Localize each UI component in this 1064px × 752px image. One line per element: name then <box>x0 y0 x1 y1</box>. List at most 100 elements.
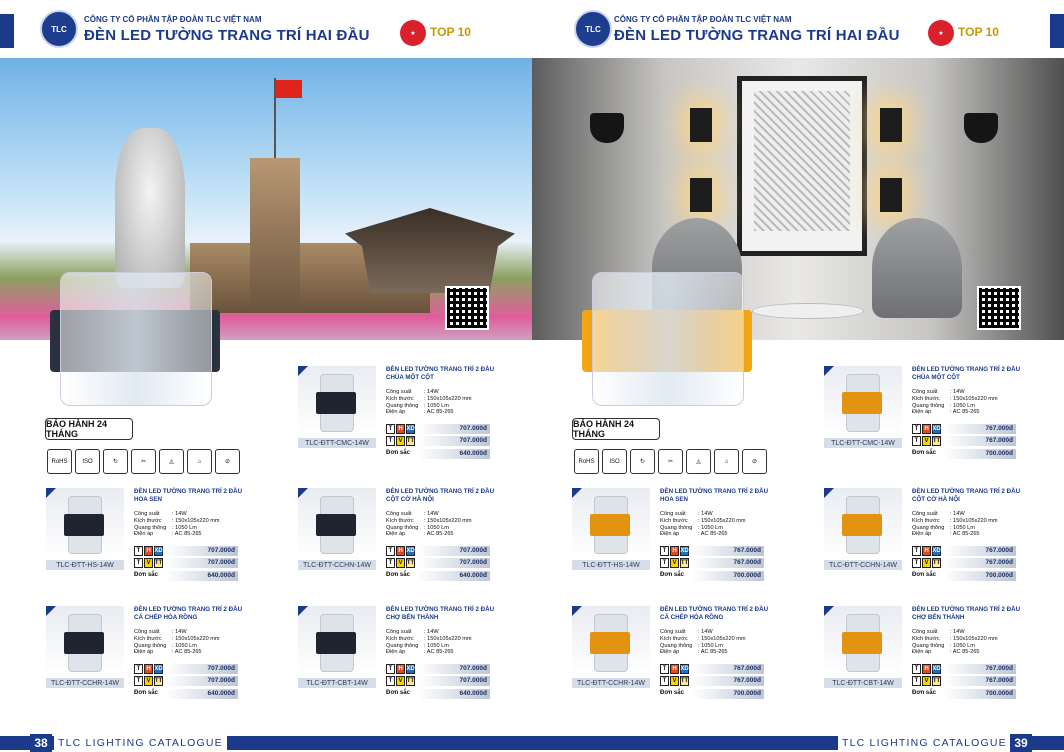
product-card[interactable]: TLC-ĐTT-CBT-14W ĐÈN LED TƯỜNG TRANG TRÍ 2… <box>824 606 1020 704</box>
warranty-badge: BẢO HÀNH 24 THÁNG <box>45 418 133 440</box>
spec-value: : 14W <box>950 389 965 395</box>
spec-value: : AC 85-265 <box>950 649 980 656</box>
price-value: 707.000đ <box>418 558 490 568</box>
price-type-box: XD <box>680 546 689 556</box>
price-type-box: V <box>396 436 405 446</box>
price-type-box: T <box>386 558 395 568</box>
product-card[interactable]: TLC-ĐTT-CCHR-14W ĐÈN LED TƯỜNG TRANG TRÍ … <box>46 606 242 704</box>
spec-value: : 150x105x220 mm <box>698 635 746 642</box>
product-specs: Công suất: 14W Kích thước: 150x105x220 mm… <box>134 511 244 538</box>
spec-value: : AC 85-265 <box>698 649 728 656</box>
product-card[interactable]: TLC-ĐTT-CMC-14W ĐÈN LED TƯỜNG TRANG TRÍ 2… <box>824 366 1020 464</box>
lamp-band <box>590 514 630 536</box>
product-card[interactable]: TLC-ĐTT-CCHN-14W ĐÈN LED TƯỜNG TRANG TRÍ … <box>824 488 1020 586</box>
spec-label: Quang thông <box>386 642 419 649</box>
spec-value: : 1050 Lm <box>950 642 975 649</box>
product-card[interactable]: TLC-ĐTT-CCHR-14W ĐÈN LED TƯỜNG TRANG TRÍ … <box>572 606 768 704</box>
product-card[interactable]: TLC-ĐTT-CBT-14W ĐÈN LED TƯỜNG TRANG TRÍ 2… <box>298 606 494 704</box>
price-value: 640.000đ <box>418 571 490 581</box>
side-table <box>752 303 864 319</box>
dragon-statue <box>115 128 185 288</box>
price-value: 767.000đ <box>944 424 1016 434</box>
product-name: ĐÈN LED TƯỜNG TRANG TRÍ 2 ĐẦU CHÙA MỘT C… <box>912 366 1021 381</box>
hero-product-black <box>40 272 220 406</box>
wall-lamp <box>690 108 712 142</box>
cert-icons: RoHS ISO ↻ ✂ ◬ ⌂ ⊘ <box>574 449 767 474</box>
pendant-lamp <box>964 113 998 143</box>
spec-row: Công suất: 14W <box>912 511 1022 518</box>
spec-row: Công suất: 14W <box>386 629 496 636</box>
product-code: TLC-ĐTT-HS-14W <box>572 560 650 570</box>
product-glass <box>592 272 744 406</box>
spec-value: : 14W <box>424 389 439 395</box>
spec-label: Kích thước <box>386 517 414 524</box>
color-label: Đơn sắc <box>134 572 158 578</box>
spec-label: Quang thông <box>386 524 419 531</box>
price-type-box: H <box>396 546 405 556</box>
spec-label: Điện áp <box>386 531 406 538</box>
price-row: Đơn sắc 640.000đ <box>386 571 490 582</box>
color-label: Đơn sắc <box>386 690 410 696</box>
spec-value: : 1050 Lm <box>172 524 197 531</box>
price-value: 640.000đ <box>166 689 238 699</box>
spec-value: : 1050 Lm <box>424 642 449 649</box>
thumb-corner <box>572 606 582 616</box>
price-value: 767.000đ <box>944 664 1016 674</box>
price-type-box: H <box>922 546 931 556</box>
price-type-box: T <box>912 424 921 434</box>
product-code: TLC-ĐTT-CCHN-14W <box>824 560 902 570</box>
spec-value: : 150x105x220 mm <box>950 517 998 524</box>
product-card[interactable]: TLC-ĐTT-CMC-14W ĐÈN LED TƯỜNG TRANG TRÍ 2… <box>298 366 494 464</box>
spec-label: Điện áp <box>134 649 154 656</box>
price-type-box: T <box>386 436 395 446</box>
price-value: 767.000đ <box>692 664 764 674</box>
product-card[interactable]: TLC-ĐTT-HS-14W ĐÈN LED TƯỜNG TRANG TRÍ 2 … <box>46 488 242 586</box>
price-row: T V TT 707.000đ <box>134 676 238 687</box>
spec-row: Điện áp: AC 85-265 <box>134 531 244 538</box>
product-card[interactable]: TLC-ĐTT-CCHN-14W ĐÈN LED TƯỜNG TRANG TRÍ … <box>298 488 494 586</box>
spec-row: Quang thông : 1050 Lm <box>386 643 496 650</box>
price-row: T H XD 767.000đ <box>912 546 1016 557</box>
footer-text: TLC LIGHTING CATALOGUE <box>54 736 227 750</box>
spec-value: : AC 85-265 <box>424 649 454 656</box>
product-name: ĐÈN LED TƯỜNG TRANG TRÍ 2 ĐẦU CHÙA MỘT C… <box>386 366 495 381</box>
price-type-box: H <box>922 424 931 434</box>
spec-label: Công suất <box>912 389 938 395</box>
price-type-box: T <box>386 546 395 556</box>
spec-value: : AC 85-265 <box>698 531 728 538</box>
rohs-icon: RoHS <box>574 449 599 474</box>
price-type-box: TT <box>680 558 689 568</box>
product-card[interactable]: TLC-ĐTT-HS-14W ĐÈN LED TƯỜNG TRANG TRÍ 2 … <box>572 488 768 586</box>
spec-row: Công suất: 14W <box>386 511 496 518</box>
page-title: ĐÈN LED TƯỜNG TRANG TRÍ HAI ĐẦU <box>614 27 900 44</box>
price-row: T V TT 707.000đ <box>386 436 490 447</box>
qr-code[interactable] <box>977 286 1021 330</box>
product-specs: Công suất: 14W Kích thước: 150x105x220 mm… <box>912 389 1022 416</box>
price-type-box: V <box>144 676 153 686</box>
color-label: Đơn sắc <box>386 450 410 456</box>
spec-value: : AC 85-265 <box>172 649 202 656</box>
spec-value: : 14W <box>950 629 965 635</box>
price-value: 767.000đ <box>692 546 764 556</box>
product-thumbnail <box>298 488 376 558</box>
spec-row: Kích thước: 150x105x220 mm <box>386 636 496 643</box>
spec-row: Quang thông: 1050 Lm <box>912 643 1022 650</box>
hero-product-gold <box>572 272 752 406</box>
spec-label: Điện áp <box>912 649 932 656</box>
price-row: T V TT 767.000đ <box>912 436 1016 447</box>
price-row: T V TT 767.000đ <box>912 558 1016 569</box>
spec-row: Điện áp: AC 85-265 <box>912 531 1022 538</box>
price-row: Đơn sắc 640.000đ <box>386 449 490 460</box>
spec-row: Công suất: 14W <box>134 511 244 518</box>
qr-code[interactable] <box>445 286 489 330</box>
header-accent-bar <box>0 14 14 48</box>
top10-award: TOP 10 <box>430 25 471 39</box>
price-value: 700.000đ <box>692 571 764 581</box>
price-row: Đơn sắc 640.000đ <box>134 571 238 582</box>
price-type-box: T <box>134 676 143 686</box>
spec-label: Quang thông <box>660 642 693 649</box>
price-type-box: H <box>396 424 405 434</box>
warning-icon: ◬ <box>686 449 711 474</box>
spec-row: Quang thông: 1050 Lm <box>660 643 770 650</box>
spec-value: : 14W <box>172 629 187 635</box>
